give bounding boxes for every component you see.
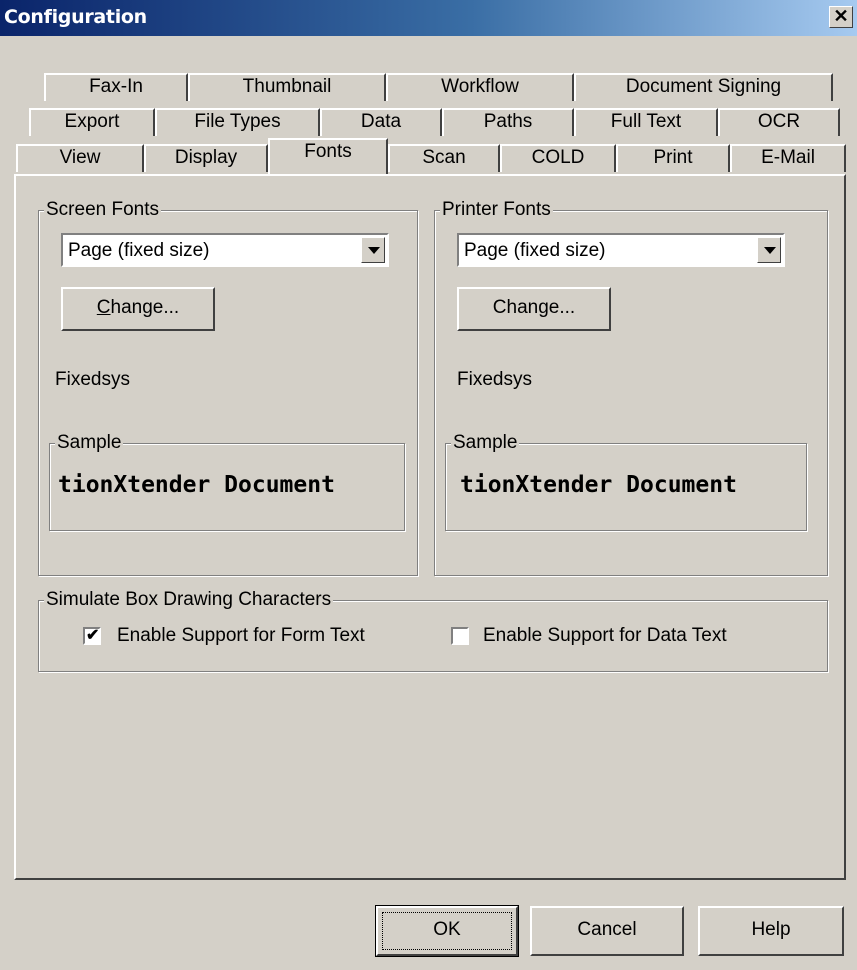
printer-fonts-select[interactable]: Page (fixed size)	[457, 233, 785, 267]
printer-fonts-selected: Page (fixed size)	[464, 240, 606, 261]
focus-rect	[382, 912, 512, 950]
screen-sample-group: Sample tionXtender Document	[49, 432, 405, 531]
tab-document-signing[interactable]: Document Signing	[574, 73, 833, 101]
form-text-checkbox[interactable]: ✔	[83, 627, 101, 645]
title-bar[interactable]: Configuration ✕	[0, 0, 857, 36]
cancel-button[interactable]: Cancel	[530, 906, 684, 956]
tab-cold[interactable]: COLD	[500, 144, 616, 172]
chevron-down-icon[interactable]	[757, 237, 781, 263]
printer-sample-text: tionXtender Document	[460, 472, 737, 498]
tab-e-mail[interactable]: E-Mail	[730, 144, 846, 172]
printer-fonts-legend: Printer Fonts	[440, 199, 553, 221]
screen-change-button[interactable]: Change...	[61, 287, 215, 331]
screen-fonts-legend: Screen Fonts	[44, 199, 161, 221]
tab-workflow[interactable]: Workflow	[386, 73, 574, 101]
printer-sample-legend: Sample	[451, 432, 520, 454]
tab-paths[interactable]: Paths	[442, 108, 574, 136]
tab-full-text[interactable]: Full Text	[574, 108, 718, 136]
printer-fonts-group: Printer Fonts Page (fixed size) Change..…	[434, 199, 828, 576]
screen-change-accel: C	[96, 297, 111, 318]
check-icon: ✔	[86, 627, 100, 644]
screen-font-name: Fixedsys	[55, 369, 130, 390]
fonts-tab-panel: Screen Fonts Page (fixed size) Change...…	[14, 174, 846, 880]
screen-fonts-select[interactable]: Page (fixed size)	[61, 233, 389, 267]
printer-sample-group: Sample tionXtender Document	[445, 432, 807, 531]
tab-data[interactable]: Data	[320, 108, 442, 136]
close-icon[interactable]: ✕	[829, 6, 853, 28]
tab-thumbnail[interactable]: Thumbnail	[188, 73, 386, 101]
printer-font-name: Fixedsys	[457, 369, 532, 390]
box-drawing-group: Simulate Box Drawing Characters ✔ Enable…	[38, 589, 828, 672]
printer-change-button[interactable]: Change...	[457, 287, 611, 331]
tab-scan[interactable]: Scan	[388, 144, 500, 172]
tab-display[interactable]: Display	[144, 144, 268, 172]
configuration-dialog: Configuration ✕ Fax-In Thumbnail Workflo…	[0, 0, 857, 970]
screen-sample-text: tionXtender Document	[58, 472, 335, 498]
screen-fonts-group: Screen Fonts Page (fixed size) Change...…	[38, 199, 418, 576]
screen-change-rest: hange...	[110, 297, 180, 318]
data-text-checkbox[interactable]	[451, 627, 469, 645]
window-title: Configuration	[4, 6, 147, 28]
screen-sample-legend: Sample	[55, 432, 124, 454]
form-text-label[interactable]: Enable Support for Form Text	[117, 625, 365, 647]
tab-file-types[interactable]: File Types	[155, 108, 320, 136]
chevron-down-icon[interactable]	[361, 237, 385, 263]
tab-view[interactable]: View	[16, 144, 144, 172]
tab-fax-in[interactable]: Fax-In	[44, 73, 188, 101]
tab-ocr[interactable]: OCR	[718, 108, 840, 136]
tab-fonts[interactable]: Fonts	[268, 138, 388, 174]
box-drawing-legend: Simulate Box Drawing Characters	[44, 589, 334, 611]
data-text-label[interactable]: Enable Support for Data Text	[483, 625, 727, 647]
help-button[interactable]: Help	[698, 906, 844, 956]
tab-print[interactable]: Print	[616, 144, 730, 172]
tab-export[interactable]: Export	[29, 108, 155, 136]
screen-fonts-selected: Page (fixed size)	[68, 240, 210, 261]
ok-button[interactable]: OK	[375, 905, 519, 957]
